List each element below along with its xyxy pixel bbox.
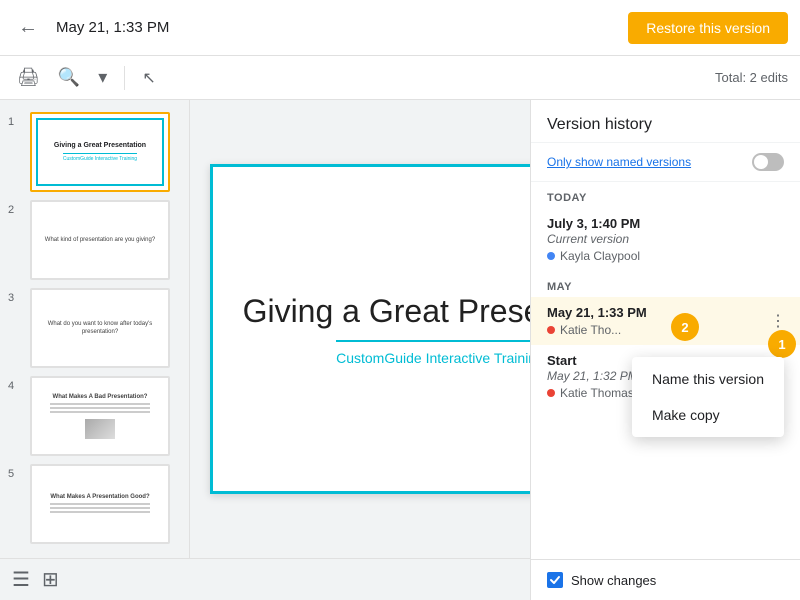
- date-title: May 21, 1:33 PM: [56, 19, 616, 36]
- version-user-may21-133: Katie Tho...: [547, 323, 784, 337]
- back-button[interactable]: ←: [12, 10, 44, 45]
- may-section-label: MAY: [531, 271, 800, 297]
- left-area: 1 Giving a Great Presentation CustomGuid…: [0, 100, 530, 600]
- version-panel: Version history Only show named versions…: [530, 100, 800, 600]
- main-slide-title: Giving a Great Presentation: [243, 293, 530, 330]
- show-changes-checkbox[interactable]: [547, 572, 563, 588]
- slide5-lines: [50, 501, 149, 515]
- user-dot-may21-133: [547, 326, 555, 334]
- slide2-text: What kind of presentation are you giving…: [45, 236, 155, 244]
- slide4-text: What Makes A Bad Presentation?: [53, 393, 148, 401]
- slide-box-1[interactable]: Giving a Great Presentation CustomGuide …: [30, 112, 170, 192]
- version-time-may21-133: May 21, 1:33 PM: [547, 305, 784, 320]
- toggle-text-static: Only show: [547, 155, 606, 169]
- second-bar: 🖨 🔍 ▾ ↖ Total: 2 edits: [0, 56, 800, 100]
- version-item-july3[interactable]: July 3, 1:40 PM Current version Kayla Cl…: [531, 208, 800, 271]
- slide4-image: [85, 419, 115, 439]
- slide-box-5[interactable]: What Makes A Presentation Good?: [30, 464, 170, 544]
- total-edits: Total: 2 edits: [715, 70, 788, 85]
- top-bar: ← May 21, 1:33 PM Restore this version: [0, 0, 800, 56]
- slide-num-2: 2: [8, 204, 24, 216]
- version-list: TODAY July 3, 1:40 PM Current version Ka…: [531, 182, 800, 559]
- print-icon[interactable]: 🖨: [12, 62, 45, 93]
- checkmark-icon: [549, 574, 561, 586]
- slide-thumb-5[interactable]: 5 What Makes A Presentation Good?: [0, 460, 189, 548]
- callout-badge-1: 1: [768, 330, 796, 358]
- slide-canvas: Giving a Great Presentation CustomGuide …: [190, 100, 530, 558]
- user-name-july3: Kayla Claypool: [560, 249, 640, 263]
- slide-thumb-2[interactable]: 2 What kind of presentation are you givi…: [0, 196, 189, 284]
- version-panel-inner: Version history Only show named versions…: [531, 100, 800, 600]
- user-dot-july3: [547, 252, 555, 260]
- toolbar-separator: [124, 66, 125, 90]
- zoom-icon[interactable]: 🔍: [53, 62, 85, 93]
- toggle-label: Only show named versions: [547, 155, 744, 169]
- slide4-lines: [50, 401, 149, 415]
- today-section-label: TODAY: [531, 182, 800, 208]
- version-item-user-july3: Kayla Claypool: [547, 249, 784, 263]
- slide-box-2[interactable]: What kind of presentation are you giving…: [30, 200, 170, 280]
- user-name-start: Katie Thomas: [560, 386, 634, 400]
- left-main: 1 Giving a Great Presentation CustomGuid…: [0, 100, 530, 558]
- version-item-may21-133[interactable]: May 21, 1:33 PM Katie Tho... ⋮ 2 Name th…: [531, 297, 800, 345]
- grid-view-icon[interactable]: ☰: [12, 567, 30, 592]
- toggle-knob: [754, 155, 768, 169]
- callout-badge-2: 2: [671, 313, 699, 341]
- slide-box-3[interactable]: What do you want to know after today's p…: [30, 288, 170, 368]
- zoom-dropdown-icon[interactable]: ▾: [93, 62, 112, 93]
- slide-thumb-3[interactable]: 3 What do you want to know after today's…: [0, 284, 189, 372]
- slide-thumb-4[interactable]: 4 What Makes A Bad Presentation?: [0, 372, 189, 460]
- slide-panel: 1 Giving a Great Presentation CustomGuid…: [0, 100, 190, 558]
- bottom-bar: ☰ ⊞: [0, 558, 530, 600]
- context-menu-name-version[interactable]: Name this version: [632, 361, 784, 397]
- named-versions-toggle[interactable]: [752, 153, 784, 171]
- show-changes-row: Show changes: [531, 559, 800, 600]
- version-item-sub-july3: Current version: [547, 232, 784, 246]
- slide-num-1: 1: [8, 116, 24, 128]
- main-area: 1 Giving a Great Presentation CustomGuid…: [0, 100, 800, 600]
- user-name-may21-133: Katie Tho...: [560, 323, 621, 337]
- slide-num-3: 3: [8, 292, 24, 304]
- version-item-time-july3: July 3, 1:40 PM: [547, 216, 784, 231]
- show-changes-label: Show changes: [571, 573, 656, 588]
- slide5-text: What Makes A Presentation Good?: [50, 493, 149, 501]
- main-slide-subtitle: CustomGuide Interactive Training: [336, 340, 530, 366]
- context-menu: Name this version Make copy: [632, 357, 784, 437]
- user-dot-start: [547, 389, 555, 397]
- context-menu-make-copy[interactable]: Make copy: [632, 397, 784, 433]
- toggle-row: Only show named versions: [531, 143, 800, 182]
- slide-num-5: 5: [8, 468, 24, 480]
- version-history-header: Version history: [531, 100, 800, 143]
- filmstrip-icon[interactable]: ⊞: [42, 567, 59, 592]
- main-slide: Giving a Great Presentation CustomGuide …: [210, 164, 530, 494]
- named-versions-link[interactable]: named versions: [606, 155, 691, 169]
- slide-thumb-1[interactable]: 1 Giving a Great Presentation CustomGuid…: [0, 108, 189, 196]
- cursor-icon[interactable]: ↖: [137, 63, 160, 93]
- restore-button[interactable]: Restore this version: [628, 12, 788, 44]
- slide1-title: Giving a Great Presentation: [54, 142, 146, 150]
- slide3-text: What do you want to know after today's p…: [38, 320, 162, 337]
- slide1-subtitle: CustomGuide Interactive Training: [63, 153, 137, 162]
- slide-box-4[interactable]: What Makes A Bad Presentation?: [30, 376, 170, 456]
- slide-num-4: 4: [8, 380, 24, 392]
